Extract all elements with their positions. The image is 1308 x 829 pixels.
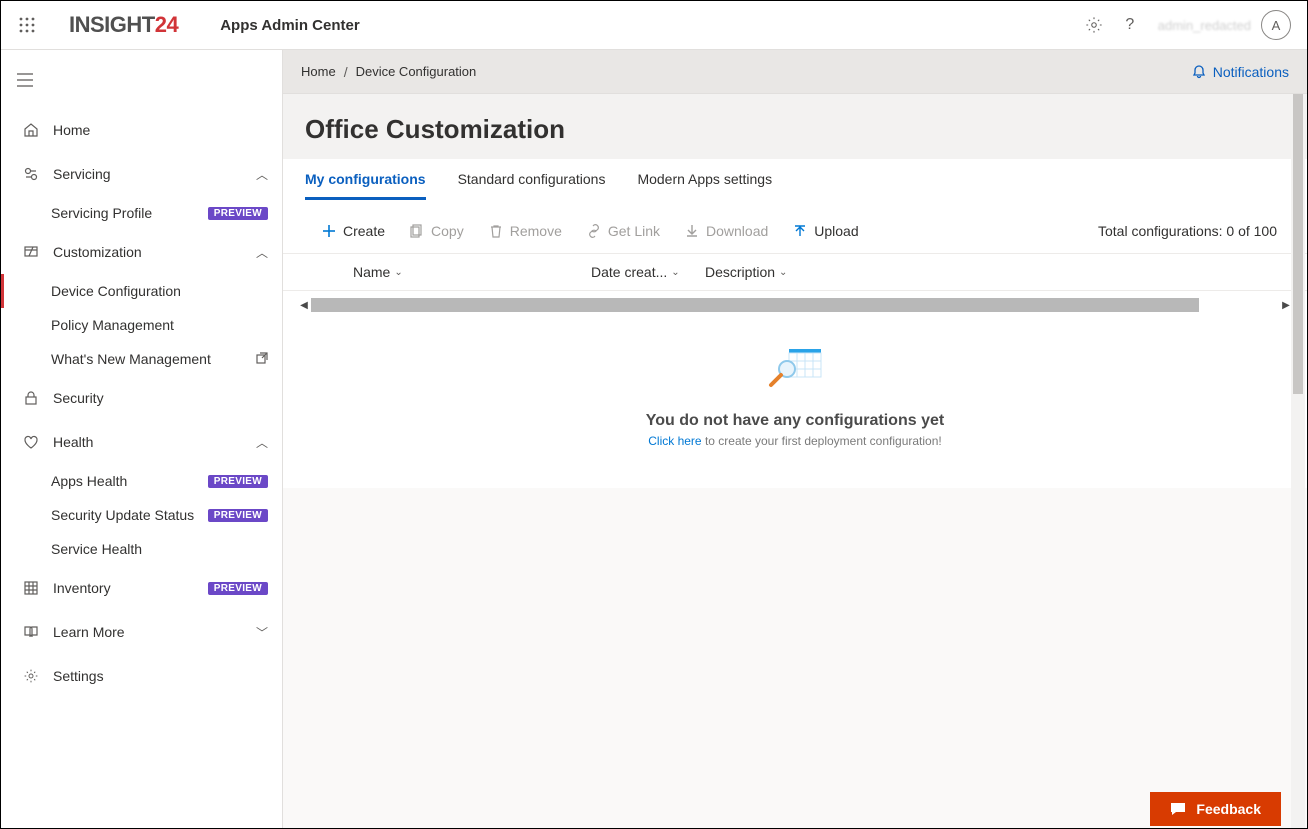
bell-icon [1191,64,1207,80]
help-icon[interactable]: ? [1112,7,1148,43]
get-link-button[interactable]: Get Link [586,223,660,239]
download-icon [684,223,700,239]
sidebar-item-servicing-profile[interactable]: Servicing Profile PREVIEW [1,196,282,230]
chat-icon [1170,801,1186,817]
chevron-up-icon: ︿ [256,244,268,261]
empty-state: You do not have any configurations yet C… [283,313,1307,488]
copy-icon [409,223,425,239]
external-link-icon [256,352,268,367]
brand-part1: INSIGHT [69,12,155,37]
breadcrumb-home[interactable]: Home [301,64,336,79]
column-header-date-created[interactable]: Date creat... ⌄ [591,264,705,280]
chevron-up-icon: ︿ [256,434,268,451]
settings-gear-icon[interactable] [1076,7,1112,43]
app-title: Apps Admin Center [220,17,359,34]
customization-icon [21,244,41,260]
avatar[interactable]: A [1261,10,1291,40]
page-title: Office Customization [283,94,1307,159]
chevron-up-icon: ︿ [256,166,268,183]
chevron-down-icon: ⌄ [671,267,679,278]
tab-bar: My configurations Standard configuration… [283,159,1307,201]
brand-part2: 24 [155,12,178,37]
create-button[interactable]: Create [321,223,385,239]
scrollbar-thumb[interactable] [311,298,1279,312]
scrollbar-thumb[interactable] [1293,94,1303,394]
chevron-down-icon: ⌄ [394,267,402,278]
chevron-down-icon: ⌄ [779,267,787,278]
sidebar-item-whats-new-management[interactable]: What's New Management [1,342,282,376]
vertical-scrollbar[interactable] [1291,94,1305,828]
sidebar-item-security[interactable]: Security [1,376,282,420]
health-icon [21,434,41,450]
lock-icon [21,390,41,406]
sidebar-item-inventory[interactable]: Inventory PREVIEW [1,566,282,610]
sidebar-item-servicing[interactable]: Servicing ︿ [1,152,282,196]
tab-standard-configurations[interactable]: Standard configurations [458,171,606,200]
plus-icon [321,223,337,239]
link-icon [586,223,602,239]
trash-icon [488,223,504,239]
sidebar-item-security-update-status[interactable]: Security Update Status PREVIEW [1,498,282,532]
sidebar-item-apps-health[interactable]: Apps Health PREVIEW [1,464,282,498]
book-icon [21,624,41,640]
download-button[interactable]: Download [684,223,768,239]
home-icon [21,122,41,138]
main-content: Home / Device Configuration Notification… [283,50,1307,828]
horizontal-scrollbar[interactable]: ◀ ▶ [297,297,1293,313]
tab-my-configurations[interactable]: My configurations [305,171,426,200]
sidebar-item-policy-management[interactable]: Policy Management [1,308,282,342]
notifications-link[interactable]: Notifications [1191,64,1289,80]
toolbar: Create Copy Remove Get Link [283,201,1307,253]
chevron-down-icon: ﹀ [256,624,268,641]
copy-button[interactable]: Copy [409,223,464,239]
sidebar-item-health[interactable]: Health ︿ [1,420,282,464]
empty-illustration [765,343,825,394]
preview-badge: PREVIEW [208,582,268,595]
sidebar-item-home[interactable]: Home [1,108,282,152]
sidebar: Home Servicing ︿ Servicing Profile PREVI… [1,50,283,828]
sidebar-item-service-health[interactable]: Service Health [1,532,282,566]
hamburger-icon[interactable] [1,60,49,100]
tab-modern-apps-settings[interactable]: Modern Apps settings [637,171,772,200]
preview-badge: PREVIEW [208,509,268,522]
sidebar-item-learn-more[interactable]: Learn More ﹀ [1,610,282,654]
sidebar-item-device-configuration[interactable]: Device Configuration [1,274,282,308]
preview-badge: PREVIEW [208,207,268,220]
preview-badge: PREVIEW [208,475,268,488]
servicing-icon [21,166,41,182]
breadcrumb: Home / Device Configuration Notification… [283,50,1307,94]
inventory-icon [21,580,41,596]
upload-button[interactable]: Upload [792,223,858,239]
empty-state-subtitle: Click here to create your first deployme… [283,434,1307,448]
username-text: admin_redacted [1158,18,1251,33]
sidebar-item-settings[interactable]: Settings [1,654,282,698]
total-configurations-text: Total configurations: 0 of 100 [1098,223,1277,239]
remove-button[interactable]: Remove [488,223,562,239]
create-first-link[interactable]: Click here [648,434,701,448]
gear-icon [21,668,41,684]
app-launcher-icon[interactable] [13,11,41,39]
column-header-name[interactable]: Name ⌄ [353,264,591,280]
empty-state-title: You do not have any configurations yet [283,412,1307,430]
app-header: INSIGHT24 Apps Admin Center ? admin_reda… [1,1,1307,50]
upload-icon [792,223,808,239]
column-header-description[interactable]: Description ⌄ [705,264,1277,280]
feedback-button[interactable]: Feedback [1150,792,1281,826]
breadcrumb-separator: / [344,64,348,80]
scroll-left-arrow[interactable]: ◀ [297,300,311,311]
brand-logo: INSIGHT24 [69,12,178,38]
breadcrumb-current: Device Configuration [356,64,477,79]
sidebar-item-customization[interactable]: Customization ︿ [1,230,282,274]
grid-header: Name ⌄ Date creat... ⌄ Description ⌄ [283,253,1307,291]
